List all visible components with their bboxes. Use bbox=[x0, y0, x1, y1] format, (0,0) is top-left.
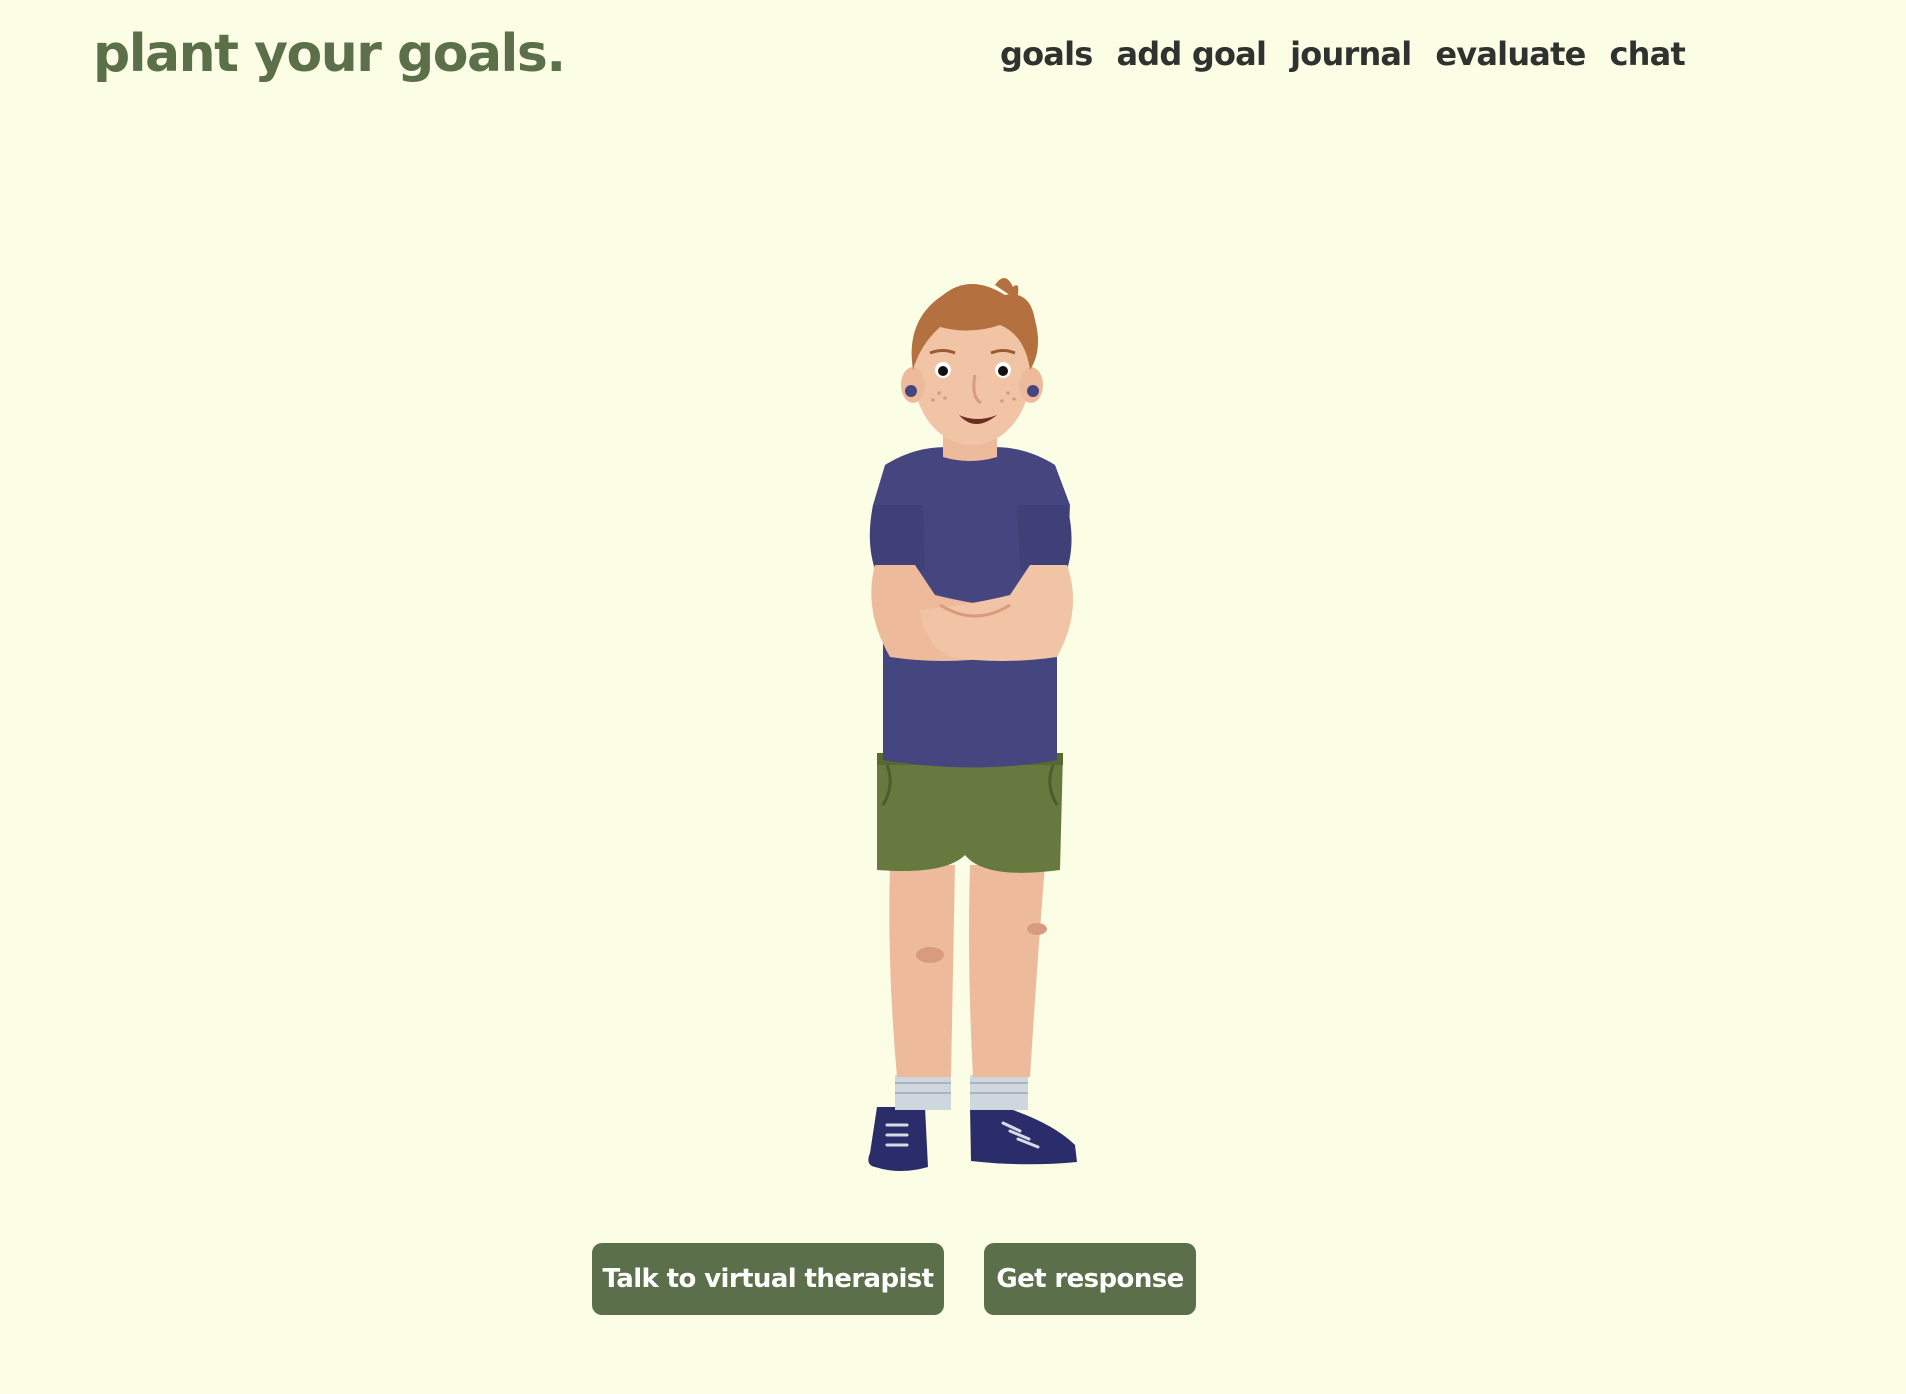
get-response-button[interactable]: Get response bbox=[984, 1243, 1196, 1315]
nav-item-goals[interactable]: goals bbox=[1000, 28, 1093, 80]
talk-to-therapist-button[interactable]: Talk to virtual therapist bbox=[592, 1243, 944, 1315]
character-illustration bbox=[868, 277, 1077, 1171]
nav-item-evaluate[interactable]: evaluate bbox=[1435, 28, 1586, 80]
nav-item-journal[interactable]: journal bbox=[1290, 28, 1412, 80]
main-nav: goals add goal journal evaluate chat bbox=[1000, 28, 1686, 80]
nav-item-chat[interactable]: chat bbox=[1610, 28, 1686, 80]
therapist-avatar bbox=[825, 265, 1115, 1195]
site-logo[interactable]: plant your goals. bbox=[93, 18, 566, 90]
nav-item-add-goal[interactable]: add goal bbox=[1117, 28, 1267, 80]
